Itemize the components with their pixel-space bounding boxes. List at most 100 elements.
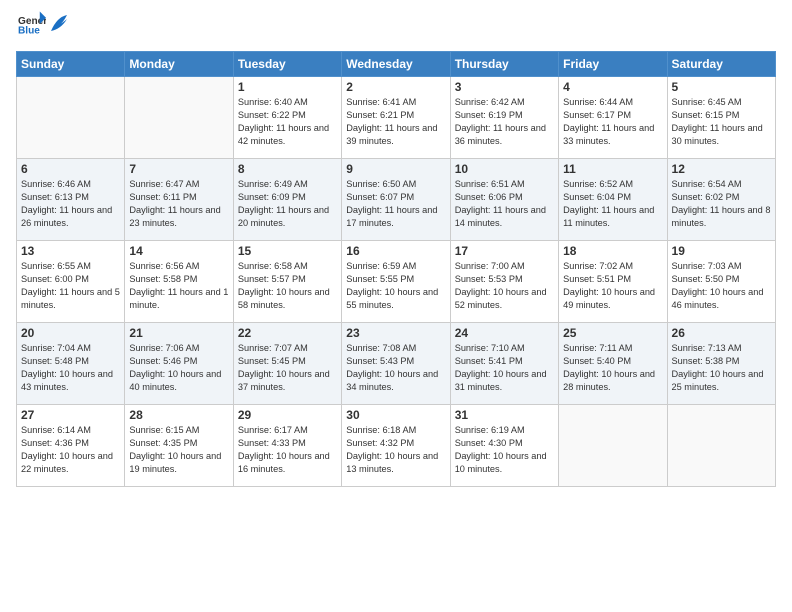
day-info: Sunrise: 7:10 AMSunset: 5:41 PMDaylight:…: [455, 342, 554, 394]
logo-icon: General Blue: [18, 10, 46, 38]
day-number: 8: [238, 162, 337, 176]
day-number: 11: [563, 162, 662, 176]
calendar-cell: 31 Sunrise: 6:19 AMSunset: 4:30 PMDayligh…: [450, 405, 558, 487]
day-info: Sunrise: 6:41 AMSunset: 6:21 PMDaylight:…: [346, 96, 445, 148]
day-number: 3: [455, 80, 554, 94]
calendar-cell: 19 Sunrise: 7:03 AMSunset: 5:50 PMDayligh…: [667, 241, 775, 323]
calendar-cell: 6 Sunrise: 6:46 AMSunset: 6:13 PMDaylight…: [17, 159, 125, 241]
logo: General Blue: [16, 10, 67, 43]
day-number: 25: [563, 326, 662, 340]
calendar-cell: 29 Sunrise: 6:17 AMSunset: 4:33 PMDayligh…: [233, 405, 341, 487]
day-info: Sunrise: 7:06 AMSunset: 5:46 PMDaylight:…: [129, 342, 228, 394]
calendar-cell: 27 Sunrise: 6:14 AMSunset: 4:36 PMDayligh…: [17, 405, 125, 487]
day-number: 4: [563, 80, 662, 94]
day-number: 30: [346, 408, 445, 422]
weekday-header-thursday: Thursday: [450, 52, 558, 77]
calendar-cell: 13Sunrise: 6:55 AMSunset: 6:00 PMDayligh…: [17, 241, 125, 323]
day-info: Sunrise: 6:17 AMSunset: 4:33 PMDaylight:…: [238, 424, 337, 476]
day-info: Sunrise: 6:51 AMSunset: 6:06 PMDaylight:…: [455, 178, 554, 230]
week-row-3: 13Sunrise: 6:55 AMSunset: 6:00 PMDayligh…: [17, 241, 776, 323]
day-info: Sunrise: 6:19 AMSunset: 4:30 PMDaylight:…: [455, 424, 554, 476]
calendar-cell: 4 Sunrise: 6:44 AMSunset: 6:17 PMDaylight…: [559, 77, 667, 159]
calendar-cell: 3 Sunrise: 6:42 AMSunset: 6:19 PMDaylight…: [450, 77, 558, 159]
calendar-cell: 25Sunrise: 7:11 AMSunset: 5:40 PMDayligh…: [559, 323, 667, 405]
weekday-header-row: SundayMondayTuesdayWednesdayThursdayFrid…: [17, 52, 776, 77]
calendar-cell: 21 Sunrise: 7:06 AMSunset: 5:46 PMDayligh…: [125, 323, 233, 405]
svg-text:Blue: Blue: [18, 25, 40, 36]
day-info: Sunrise: 6:15 AMSunset: 4:35 PMDaylight:…: [129, 424, 228, 476]
day-info: Sunrise: 7:08 AMSunset: 5:43 PMDaylight:…: [346, 342, 445, 394]
week-row-2: 6 Sunrise: 6:46 AMSunset: 6:13 PMDaylight…: [17, 159, 776, 241]
day-info: Sunrise: 6:58 AMSunset: 5:57 PMDaylight:…: [238, 260, 337, 312]
day-number: 2: [346, 80, 445, 94]
day-number: 15: [238, 244, 337, 258]
day-info: Sunrise: 7:13 AMSunset: 5:38 PMDaylight:…: [672, 342, 771, 394]
calendar-cell: 5 Sunrise: 6:45 AMSunset: 6:15 PMDaylight…: [667, 77, 775, 159]
calendar-table: SundayMondayTuesdayWednesdayThursdayFrid…: [16, 51, 776, 487]
day-number: 26: [672, 326, 771, 340]
day-info: Sunrise: 6:46 AMSunset: 6:13 PMDaylight:…: [21, 178, 120, 230]
day-info: Sunrise: 6:49 AMSunset: 6:09 PMDaylight:…: [238, 178, 337, 230]
day-number: 9: [346, 162, 445, 176]
day-info: Sunrise: 6:18 AMSunset: 4:32 PMDaylight:…: [346, 424, 445, 476]
calendar-cell: 15 Sunrise: 6:58 AMSunset: 5:57 PMDayligh…: [233, 241, 341, 323]
calendar-cell: [125, 77, 233, 159]
calendar-cell: 20Sunrise: 7:04 AMSunset: 5:48 PMDayligh…: [17, 323, 125, 405]
weekday-header-sunday: Sunday: [17, 52, 125, 77]
day-number: 20: [21, 326, 120, 340]
calendar-cell: 12 Sunrise: 6:54 AMSunset: 6:02 PMDayligh…: [667, 159, 775, 241]
day-info: Sunrise: 6:59 AMSunset: 5:55 PMDaylight:…: [346, 260, 445, 312]
day-number: 28: [129, 408, 228, 422]
day-number: 23: [346, 326, 445, 340]
page: General Blue SundayMondayTuesdayWednesda…: [0, 0, 792, 612]
day-number: 24: [455, 326, 554, 340]
day-info: Sunrise: 6:52 AMSunset: 6:04 PMDaylight:…: [563, 178, 662, 230]
calendar-cell: 7 Sunrise: 6:47 AMSunset: 6:11 PMDaylight…: [125, 159, 233, 241]
calendar-cell: 1Sunrise: 6:40 AMSunset: 6:22 PMDaylight…: [233, 77, 341, 159]
day-number: 13: [21, 244, 120, 258]
header: General Blue: [16, 10, 776, 43]
weekday-header-friday: Friday: [559, 52, 667, 77]
calendar-cell: [559, 405, 667, 487]
calendar-cell: 14Sunrise: 6:56 AMSunset: 5:58 PMDayligh…: [125, 241, 233, 323]
day-number: 29: [238, 408, 337, 422]
calendar-cell: 23 Sunrise: 7:08 AMSunset: 5:43 PMDayligh…: [342, 323, 450, 405]
day-number: 16: [346, 244, 445, 258]
calendar-cell: [17, 77, 125, 159]
day-number: 6: [21, 162, 120, 176]
day-number: 19: [672, 244, 771, 258]
calendar-cell: [667, 405, 775, 487]
day-number: 18: [563, 244, 662, 258]
day-number: 7: [129, 162, 228, 176]
day-number: 21: [129, 326, 228, 340]
day-info: Sunrise: 6:14 AMSunset: 4:36 PMDaylight:…: [21, 424, 120, 476]
day-info: Sunrise: 7:03 AMSunset: 5:50 PMDaylight:…: [672, 260, 771, 312]
weekday-header-monday: Monday: [125, 52, 233, 77]
day-info: Sunrise: 7:07 AMSunset: 5:45 PMDaylight:…: [238, 342, 337, 394]
day-info: Sunrise: 6:44 AMSunset: 6:17 PMDaylight:…: [563, 96, 662, 148]
calendar-cell: 16 Sunrise: 6:59 AMSunset: 5:55 PMDayligh…: [342, 241, 450, 323]
day-number: 27: [21, 408, 120, 422]
day-info: Sunrise: 6:47 AMSunset: 6:11 PMDaylight:…: [129, 178, 228, 230]
day-number: 5: [672, 80, 771, 94]
day-number: 1: [238, 80, 337, 94]
day-info: Sunrise: 6:54 AMSunset: 6:02 PMDaylight:…: [672, 178, 771, 230]
week-row-1: 1Sunrise: 6:40 AMSunset: 6:22 PMDaylight…: [17, 77, 776, 159]
day-number: 12: [672, 162, 771, 176]
day-info: Sunrise: 6:42 AMSunset: 6:19 PMDaylight:…: [455, 96, 554, 148]
calendar-cell: 8 Sunrise: 6:49 AMSunset: 6:09 PMDaylight…: [233, 159, 341, 241]
day-info: Sunrise: 7:02 AMSunset: 5:51 PMDaylight:…: [563, 260, 662, 312]
weekday-header-saturday: Saturday: [667, 52, 775, 77]
day-number: 31: [455, 408, 554, 422]
week-row-4: 20Sunrise: 7:04 AMSunset: 5:48 PMDayligh…: [17, 323, 776, 405]
calendar-cell: 26 Sunrise: 7:13 AMSunset: 5:38 PMDayligh…: [667, 323, 775, 405]
day-info: Sunrise: 6:50 AMSunset: 6:07 PMDaylight:…: [346, 178, 445, 230]
day-info: Sunrise: 7:00 AMSunset: 5:53 PMDaylight:…: [455, 260, 554, 312]
day-number: 14: [129, 244, 228, 258]
weekday-header-wednesday: Wednesday: [342, 52, 450, 77]
calendar-cell: 9 Sunrise: 6:50 AMSunset: 6:07 PMDaylight…: [342, 159, 450, 241]
weekday-header-tuesday: Tuesday: [233, 52, 341, 77]
logo-bird-icon: [49, 13, 67, 35]
day-number: 10: [455, 162, 554, 176]
day-info: Sunrise: 6:45 AMSunset: 6:15 PMDaylight:…: [672, 96, 771, 148]
